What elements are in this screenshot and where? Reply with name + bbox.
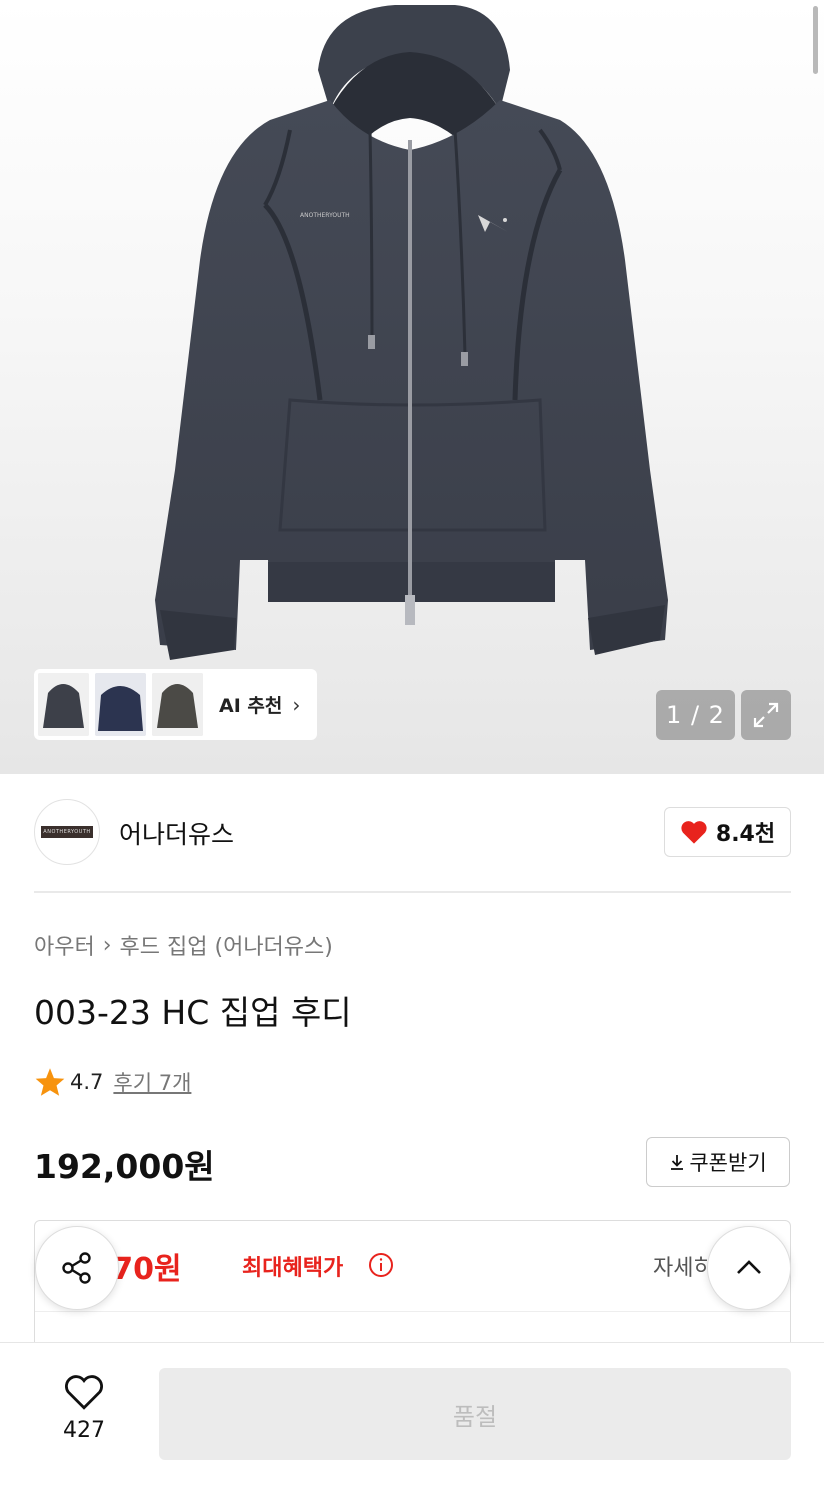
product-detail-page: ANOTHERYOUTH AI 추천 › 1 / 2 ANOTHERYOUTH [0,0,824,1500]
rating-row: 4.7 후기 7개 [34,1067,191,1097]
product-image-gallery[interactable]: ANOTHERYOUTH AI 추천 › 1 / 2 [0,0,824,774]
info-icon[interactable] [368,1252,394,1282]
brand-logo[interactable]: ANOTHERYOUTH [34,799,100,865]
expand-icon [753,702,779,728]
scroll-indicator[interactable] [813,6,818,74]
product-title: 003-23 HC 집업 후디 [34,993,352,1032]
wishlist-button[interactable]: 427 [44,1372,124,1443]
sold-out-button[interactable]: 품절 [159,1368,791,1460]
brand-name[interactable]: 어나더유스 [119,815,234,851]
share-icon [62,1252,91,1284]
expand-button[interactable] [741,690,791,740]
brand-logo-text: ANOTHERYOUTH [43,829,91,835]
brand-like-count: 8.4천 [715,822,776,847]
ai-thumb-1[interactable] [38,673,89,736]
heart-filled-icon [681,821,707,844]
heart-outline-icon [65,1375,103,1410]
breadcrumb-category[interactable]: 아우터 [34,929,95,961]
ai-recommend-card[interactable]: AI 추천 › [34,669,317,740]
download-icon [671,1155,684,1170]
wishlist-count: 427 [63,1418,105,1443]
brand-row: ANOTHERYOUTH 어나더유스 8.4천 [34,799,791,865]
coupon-download-button[interactable]: 쿠폰받기 [646,1137,790,1187]
chevron-right-icon: › [292,692,301,717]
chest-print-text: ANOTHERYOUTH [300,212,350,219]
breadcrumb: 아우터 › 후드 집업 (어나더유스) [34,929,333,961]
chevron-up-icon [737,1260,761,1274]
ai-thumb-3[interactable] [152,673,203,736]
breadcrumb-chevron-icon: › [102,932,112,958]
divider [34,891,791,893]
benefit-divider [35,1311,790,1312]
share-button[interactable] [35,1226,119,1310]
review-link[interactable]: 후기 7개 [113,1067,191,1097]
scroll-top-button[interactable] [707,1226,791,1310]
brand-like-button[interactable]: 8.4천 [664,807,791,857]
max-benefit-label: 최대혜택가 [242,1256,344,1281]
product-price: 192,000원 [34,1147,215,1186]
ai-recommend-label: AI 추천 [219,695,283,717]
coupon-label: 쿠폰받기 [689,1151,767,1175]
image-counter: 1 / 2 [656,690,735,740]
benefit-detail-link[interactable]: 자세히 [653,1250,714,1282]
star-icon [35,1068,65,1096]
rating-score: 4.7 [70,1070,104,1094]
ai-thumb-2[interactable] [95,673,146,736]
product-image: ANOTHERYOUTH [155,5,668,660]
breadcrumb-subcategory[interactable]: 후드 집업 (어나더유스) [120,929,333,961]
